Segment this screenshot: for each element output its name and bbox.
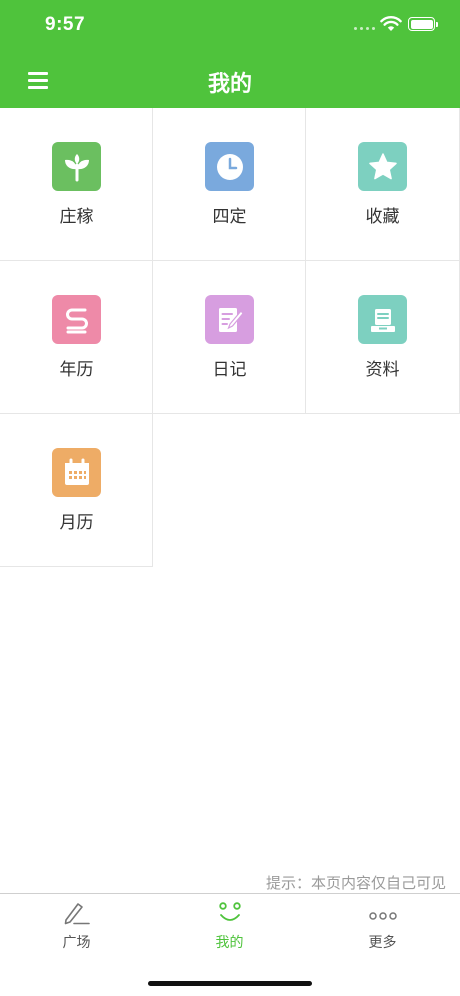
grid-item-label: 日记 xyxy=(212,360,247,380)
pen-icon xyxy=(64,903,90,925)
clock-icon xyxy=(205,142,254,191)
status-bar: 9:57 xyxy=(0,0,460,52)
grid-item-diary[interactable]: 日记 xyxy=(153,261,306,414)
grid-item-crops[interactable]: 庄稼 xyxy=(0,108,153,261)
grid-item-almanac[interactable]: 年历 xyxy=(0,261,153,414)
battery-icon xyxy=(408,17,438,31)
header-bar: 9:57 我的 xyxy=(0,0,460,108)
grid-item-label: 月历 xyxy=(59,513,94,533)
tab-bar: 广场 我的 更多 xyxy=(0,893,460,996)
wifi-icon xyxy=(380,16,402,31)
grid-item-label: 收藏 xyxy=(365,207,400,227)
grid-item-four-fixed[interactable]: 四定 xyxy=(153,108,306,261)
grid-item-materials[interactable]: 资料 xyxy=(306,261,460,414)
grid-item-label: 庄稼 xyxy=(59,207,94,227)
page-title: 我的 xyxy=(207,72,252,97)
grid-item-monthly-calendar[interactable]: 月历 xyxy=(0,414,153,567)
more-icon xyxy=(369,912,397,920)
tab-mine[interactable]: 我的 xyxy=(153,894,306,960)
privacy-hint: 提示：本页内容仅自己可见 xyxy=(265,874,446,892)
tab-label: 广场 xyxy=(62,935,91,951)
smile-icon xyxy=(219,902,241,921)
status-time: 9:57 xyxy=(45,14,86,35)
tab-more[interactable]: 更多 xyxy=(306,894,460,960)
tab-square[interactable]: 广场 xyxy=(0,894,153,960)
almanac-icon xyxy=(52,295,101,344)
cellular-signal-icon xyxy=(354,27,375,30)
star-icon xyxy=(358,142,407,191)
tab-label: 我的 xyxy=(215,935,244,951)
grid-item-label: 年历 xyxy=(59,360,94,380)
grid-item-label: 资料 xyxy=(365,360,400,380)
grid-item-label: 四定 xyxy=(212,207,247,227)
grid-item-favorites[interactable]: 收藏 xyxy=(306,108,460,261)
home-indicator[interactable] xyxy=(148,981,312,986)
diary-icon xyxy=(205,295,254,344)
sprout-icon xyxy=(52,142,101,191)
calendar-icon xyxy=(52,448,101,497)
document-icon xyxy=(358,295,407,344)
tab-label: 更多 xyxy=(368,935,397,951)
